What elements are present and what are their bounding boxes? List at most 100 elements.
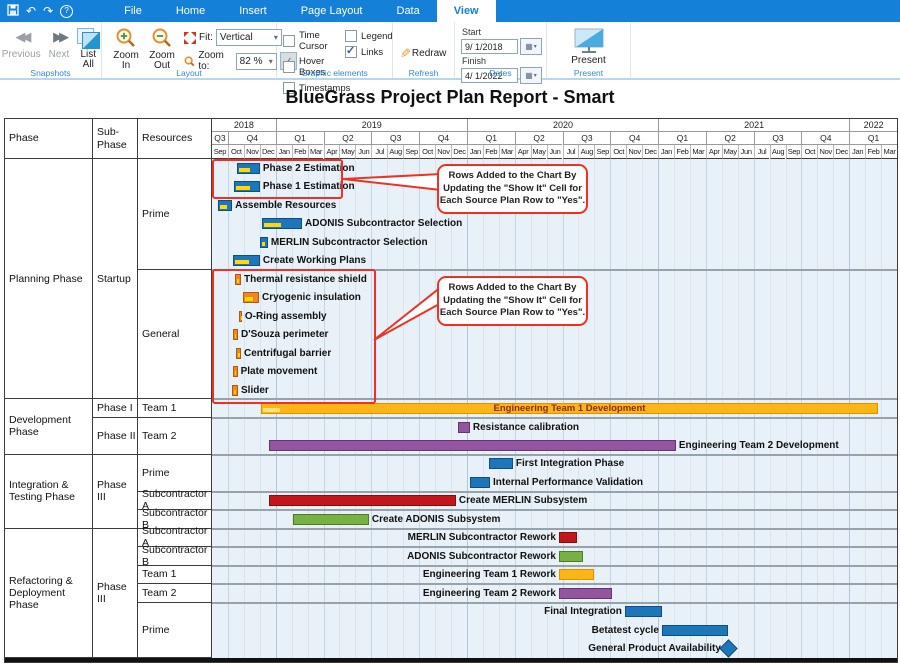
task-bar[interactable]	[262, 218, 302, 229]
month-header: Feb	[292, 145, 308, 159]
month-header: Jun	[738, 145, 754, 159]
task-bar[interactable]	[234, 181, 260, 192]
task-bar[interactable]: Engineering Team 1 Development	[261, 403, 878, 414]
month-header: Oct	[228, 145, 244, 159]
zoom-in-button[interactable]: Zoom In	[108, 27, 144, 71]
task-bar[interactable]	[236, 348, 241, 359]
task-label: Final Integration	[544, 605, 622, 618]
task-bar[interactable]	[559, 551, 583, 562]
present-button[interactable]: Present	[568, 28, 608, 66]
month-header: Feb	[674, 145, 690, 159]
chevron-down-icon: ▾	[269, 57, 273, 66]
task-bar[interactable]	[243, 292, 259, 303]
task-bar[interactable]	[559, 532, 577, 543]
callout-text-line: Rows Added to the Chart By	[449, 170, 577, 182]
group-graphic-elements: Time CursorHover BoxesTimestamps LegendL…	[277, 22, 393, 78]
month-header: Jan	[658, 145, 674, 159]
task-progress	[264, 223, 281, 227]
checkbox-label: Time Cursor	[299, 30, 345, 52]
task-label: MERLIN Subcontractor Rework	[408, 531, 556, 544]
tab-page-layout[interactable]: Page Layout	[284, 0, 380, 22]
column-header-resources: Resources	[138, 119, 212, 159]
task-bar[interactable]	[239, 311, 242, 322]
fit-dropdown[interactable]: Vertical▾	[216, 29, 282, 46]
task-bar[interactable]	[489, 458, 513, 469]
callout-text-line: Updating the "Show It" Cell for	[443, 295, 582, 307]
row-separator	[212, 269, 897, 271]
task-bar[interactable]	[218, 200, 232, 211]
start-date-field[interactable]: 9/ 1/2018	[461, 39, 518, 54]
tab-view[interactable]: View	[437, 0, 496, 22]
row-separator	[212, 454, 897, 456]
tab-home[interactable]: Home	[159, 0, 222, 22]
month-header: Sep	[403, 145, 419, 159]
task-bar[interactable]	[662, 625, 728, 636]
task-label: Assemble Resources	[235, 199, 336, 212]
task-bar[interactable]	[233, 366, 238, 377]
task-bar[interactable]	[458, 422, 470, 433]
zoom-out-button[interactable]: Zoom Out	[144, 27, 180, 71]
undo-icon[interactable]: ↶	[26, 5, 36, 17]
quarter-header: Q4	[419, 132, 467, 145]
task-bar[interactable]	[233, 255, 260, 266]
task-label: O-Ring assembly	[245, 310, 327, 323]
month-header: May	[722, 145, 738, 159]
task-bar[interactable]	[237, 163, 260, 174]
task-bar[interactable]	[293, 514, 369, 525]
zoom-to-dropdown[interactable]: 82 %▾	[236, 53, 277, 70]
task-bar[interactable]	[559, 588, 612, 599]
task-progress	[220, 205, 227, 209]
month-header: Feb	[483, 145, 499, 159]
start-calendar-button[interactable]: ▦▾	[520, 38, 542, 55]
task-progress	[238, 353, 239, 357]
resource-cell: Team 1	[138, 399, 212, 418]
chart-bottom-border	[5, 658, 897, 662]
task-bar[interactable]	[233, 329, 238, 340]
task-label: First Integration Phase	[516, 457, 624, 470]
month-header: Dec	[451, 145, 467, 159]
help-icon[interactable]: ?	[60, 5, 73, 18]
resource-cell: General	[138, 270, 212, 399]
checkbox-legend[interactable]: Legend	[345, 30, 393, 42]
task-label: Engineering Team 2 Development	[679, 439, 839, 452]
year-header: 2020	[467, 119, 658, 132]
month-header: Dec	[260, 145, 276, 159]
tab-file[interactable]: File	[107, 0, 159, 22]
redo-icon[interactable]: ↷	[43, 5, 53, 17]
task-label: Centrifugal barrier	[244, 347, 331, 360]
save-icon[interactable]	[7, 4, 19, 18]
checkbox-links[interactable]: Links	[345, 46, 393, 58]
application-window: ↶ ↷ ? FileHomeInsertPage LayoutDataView …	[0, 0, 900, 664]
year-header: 2022	[849, 119, 897, 132]
task-bar[interactable]	[269, 495, 456, 506]
task-bar[interactable]	[559, 569, 594, 580]
task-progress	[237, 279, 239, 283]
checkbox-time-cursor[interactable]: Time Cursor	[283, 30, 345, 52]
task-label: MERLIN Subcontractor Selection	[271, 236, 428, 249]
task-bar[interactable]	[470, 477, 490, 488]
quick-access-toolbar: ↶ ↷ ?	[0, 4, 73, 18]
list-all-button[interactable]: List All	[74, 28, 102, 70]
month-header: Sep	[786, 145, 802, 159]
row-separator	[212, 583, 897, 585]
task-bar[interactable]	[625, 606, 662, 617]
month-header: Jul	[754, 145, 770, 159]
month-header: Apr	[324, 145, 340, 159]
next-button[interactable]: ▶▶ Next	[46, 28, 73, 60]
subphase-cell: Startup	[93, 159, 138, 399]
tab-data[interactable]: Data	[380, 0, 437, 22]
month-header: Feb	[865, 145, 881, 159]
task-bar[interactable]	[269, 440, 676, 451]
task-bar[interactable]	[232, 385, 238, 396]
task-bar[interactable]	[260, 237, 268, 248]
row-separator	[212, 491, 897, 493]
phase-cell: Integration & Testing Phase	[5, 455, 93, 529]
group-refresh: ✎ Redraw Refresh	[393, 22, 455, 78]
task-progress	[239, 168, 250, 172]
task-bar[interactable]	[235, 274, 241, 285]
tab-insert[interactable]: Insert	[222, 0, 284, 22]
redraw-button[interactable]: ✎ Redraw	[399, 45, 446, 61]
month-header: Oct	[610, 145, 626, 159]
year-header: 2018	[212, 119, 276, 132]
previous-button[interactable]: ◀◀ Previous	[0, 28, 44, 60]
